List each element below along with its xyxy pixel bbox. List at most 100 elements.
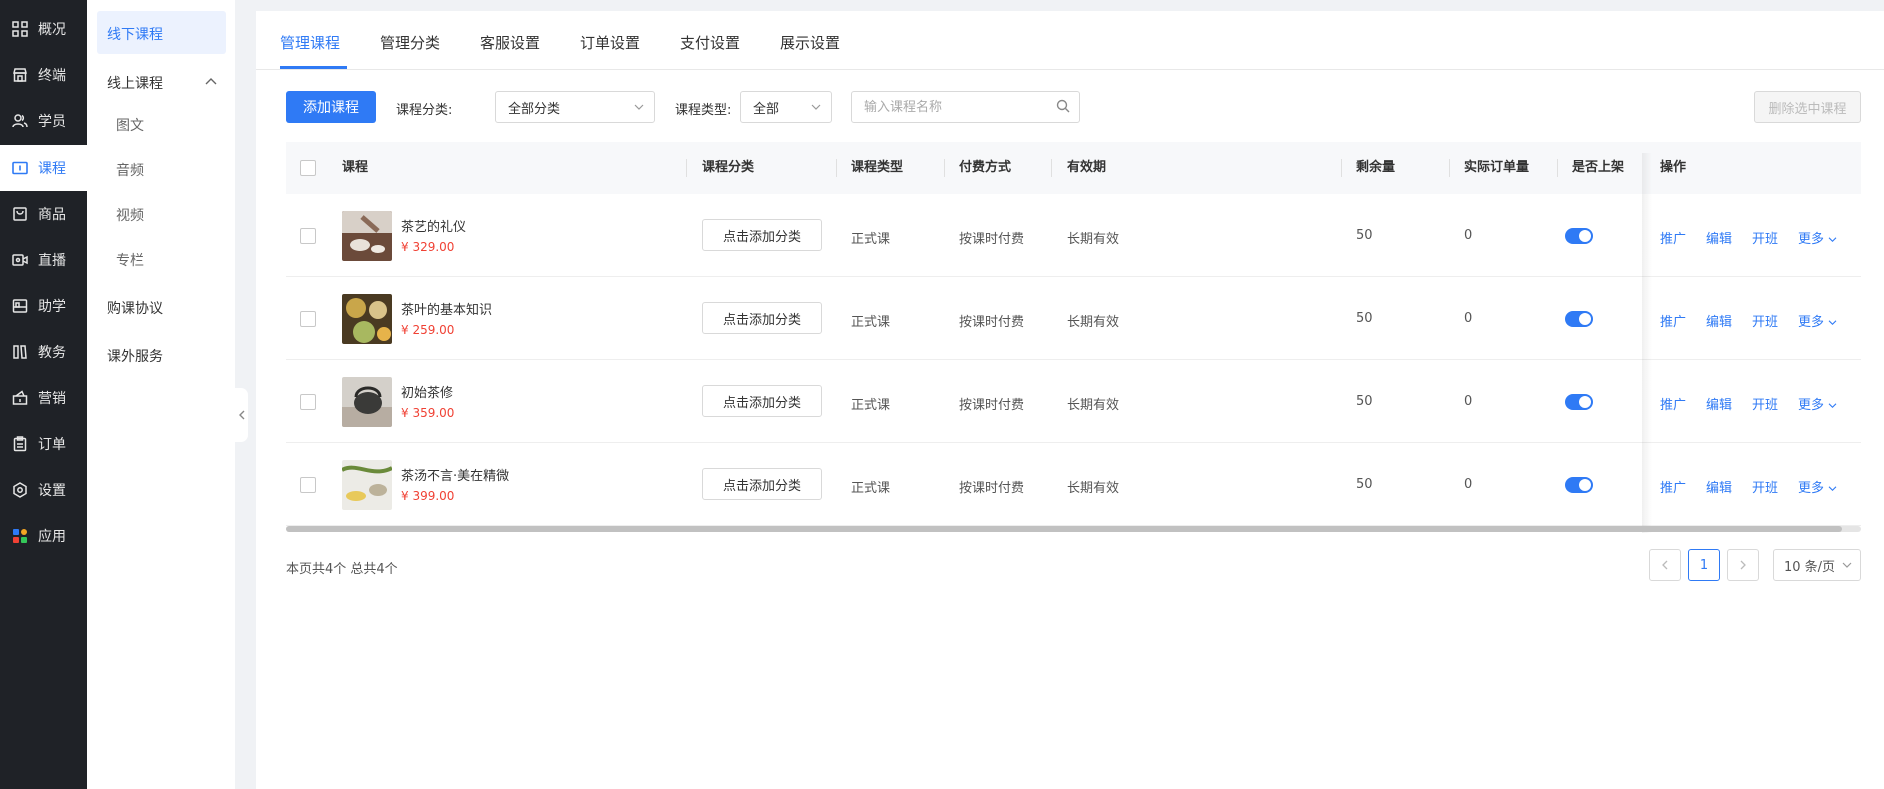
toggle-knob — [1579, 396, 1591, 408]
sidebar-item-settings[interactable]: 设置 — [0, 467, 87, 513]
column-divider — [1449, 159, 1450, 177]
subnav-item-audio[interactable]: 音频 — [116, 160, 144, 180]
chevron-down-icon — [811, 104, 821, 110]
add-course-button[interactable]: 添加课程 — [286, 91, 376, 123]
promote-link[interactable]: 推广 — [1660, 311, 1686, 330]
course-thumbnail[interactable] — [342, 460, 392, 510]
more-label: 更多 — [1798, 481, 1825, 496]
tab-manage-category[interactable]: 管理分类 — [380, 32, 440, 53]
course-type: 正式课 — [851, 481, 891, 496]
next-page-button[interactable] — [1727, 549, 1759, 581]
add-category-button[interactable]: 点击添加分类 — [702, 468, 822, 500]
payment-method: 按课时付费 — [959, 232, 1025, 247]
sidebar-item-products[interactable]: 商品 — [0, 191, 87, 237]
tab-display-settings[interactable]: 展示设置 — [780, 32, 840, 53]
promote-link[interactable]: 推广 — [1660, 228, 1686, 247]
sidebar-item-label: 营销 — [38, 391, 66, 407]
subnav-item-extra-service[interactable]: 课外服务 — [107, 346, 163, 366]
sidebar-item-students[interactable]: 学员 — [0, 98, 87, 144]
header-validity: 有效期 — [1067, 160, 1107, 175]
row-checkbox[interactable] — [300, 394, 316, 410]
table-horizontal-scrollbar[interactable] — [286, 526, 1861, 532]
category-select[interactable]: 全部分类 — [495, 91, 655, 123]
edit-link[interactable]: 编辑 — [1706, 311, 1732, 330]
subnav-item-column[interactable]: 专栏 — [116, 250, 144, 270]
add-category-button[interactable]: 点击添加分类 — [702, 302, 822, 334]
header-remaining: 剩余量 — [1356, 160, 1396, 175]
tab-service-settings[interactable]: 客服设置 — [480, 32, 540, 53]
tab-order-settings[interactable]: 订单设置 — [580, 32, 640, 53]
subnav-item-video[interactable]: 视频 — [116, 205, 144, 225]
select-all-checkbox[interactable] — [300, 160, 316, 176]
add-category-button[interactable]: 点击添加分类 — [702, 385, 822, 417]
tab-manage-course[interactable]: 管理课程 — [280, 32, 340, 53]
main-panel: 管理课程 管理分类 客服设置 订单设置 支付设置 展示设置 添加课程 课程分类:… — [256, 11, 1884, 789]
course-name[interactable]: 茶艺的礼仪 — [401, 216, 466, 235]
sidebar-item-overview[interactable]: 概况 — [0, 6, 87, 52]
subnav-item-article[interactable]: 图文 — [116, 115, 144, 135]
more-label: 更多 — [1798, 232, 1825, 247]
sidebar-item-terminal[interactable]: 终端 — [0, 52, 87, 98]
more-dropdown[interactable]: 更多 — [1798, 311, 1837, 330]
prev-page-button[interactable] — [1649, 549, 1681, 581]
open-class-link[interactable]: 开班 — [1752, 311, 1778, 330]
collapse-subnav-button[interactable] — [235, 388, 248, 442]
course-thumbnail[interactable] — [342, 294, 392, 344]
more-dropdown[interactable]: 更多 — [1798, 477, 1837, 496]
row-checkbox[interactable] — [300, 228, 316, 244]
toggle-knob — [1579, 313, 1591, 325]
scrollbar-thumb[interactable] — [286, 526, 1842, 532]
course-search-input[interactable] — [851, 91, 1080, 123]
sidebar-item-apps[interactable]: 应用 — [0, 513, 87, 559]
open-class-link[interactable]: 开班 — [1752, 228, 1778, 247]
more-dropdown[interactable]: 更多 — [1798, 394, 1837, 413]
more-dropdown[interactable]: 更多 — [1798, 228, 1837, 247]
header-actions: 操作 — [1660, 160, 1687, 175]
remaining-count: 50 — [1356, 477, 1373, 492]
delete-selected-button[interactable]: 删除选中课程 — [1754, 91, 1861, 123]
sidebar-item-academic[interactable]: 教务 — [0, 329, 87, 375]
type-select[interactable]: 全部 — [740, 91, 832, 123]
row-checkbox[interactable] — [300, 311, 316, 327]
chevron-up-icon[interactable] — [204, 76, 218, 86]
payment-method: 按课时付费 — [959, 315, 1025, 330]
chevron-down-icon — [1828, 403, 1837, 409]
course-icon — [11, 159, 29, 177]
course-name[interactable]: 茶汤不言·美在精微 — [401, 465, 509, 484]
course-thumbnail[interactable] — [342, 377, 392, 427]
gift-icon — [11, 389, 29, 407]
edit-link[interactable]: 编辑 — [1706, 394, 1732, 413]
sidebar-item-orders[interactable]: 订单 — [0, 421, 87, 467]
course-name[interactable]: 初始茶修 — [401, 382, 453, 401]
listed-toggle[interactable] — [1565, 311, 1593, 327]
subnav-item-offline[interactable]: 线下课程 — [107, 24, 163, 44]
row-checkbox[interactable] — [300, 477, 316, 493]
page-size-select[interactable]: 10 条/页 — [1773, 549, 1861, 581]
subnav-item-online[interactable]: 线上课程 — [107, 73, 163, 93]
subnav-item-agreement[interactable]: 购课协议 — [107, 298, 163, 318]
toggle-knob — [1579, 230, 1591, 242]
search-icon[interactable] — [1056, 99, 1070, 113]
sidebar-item-marketing[interactable]: 营销 — [0, 375, 87, 421]
table-header: 课程 课程分类 课程类型 付费方式 有效期 剩余量 实际订单量 是否上架 操作 — [286, 142, 1861, 194]
tab-payment-settings[interactable]: 支付设置 — [680, 32, 740, 53]
column-divider — [686, 159, 687, 177]
open-class-link[interactable]: 开班 — [1752, 394, 1778, 413]
course-thumbnail[interactable] — [342, 211, 392, 261]
promote-link[interactable]: 推广 — [1660, 477, 1686, 496]
sidebar-item-assist[interactable]: 助学 — [0, 283, 87, 329]
edit-link[interactable]: 编辑 — [1706, 228, 1732, 247]
edit-link[interactable]: 编辑 — [1706, 477, 1732, 496]
listed-toggle[interactable] — [1565, 477, 1593, 493]
add-category-button[interactable]: 点击添加分类 — [702, 219, 822, 251]
column-divider — [1051, 159, 1052, 177]
open-class-link[interactable]: 开班 — [1752, 477, 1778, 496]
sidebar-item-course[interactable]: 课程 — [0, 145, 87, 191]
course-name[interactable]: 茶叶的基本知识 — [401, 299, 492, 318]
sidebar-item-live[interactable]: 直播 — [0, 237, 87, 283]
promote-link[interactable]: 推广 — [1660, 394, 1686, 413]
listed-toggle[interactable] — [1565, 394, 1593, 410]
header-orders: 实际订单量 — [1464, 160, 1530, 175]
page-number-button[interactable]: 1 — [1688, 549, 1720, 581]
listed-toggle[interactable] — [1565, 228, 1593, 244]
